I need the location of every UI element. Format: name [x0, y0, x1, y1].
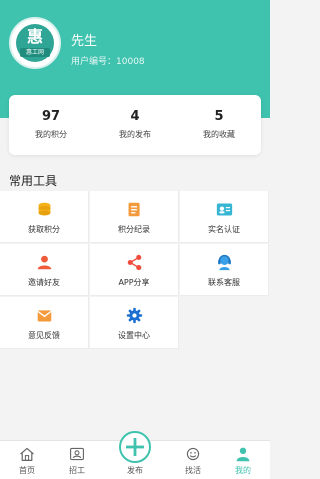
- tool-label: 实名认证: [208, 225, 240, 234]
- coins-icon: [38, 202, 51, 216]
- tool-label: 获取积分: [28, 225, 60, 234]
- stat-favorites[interactable]: 5 我的收藏: [177, 95, 261, 155]
- tab-label: 我的: [235, 466, 251, 475]
- publish-button[interactable]: [119, 431, 151, 463]
- tool-customer-service[interactable]: 联系客服: [180, 244, 269, 296]
- stat-value: 5: [214, 109, 224, 124]
- user-id: 用户编号：10008: [71, 54, 145, 67]
- tool-label: APP分享: [118, 278, 150, 287]
- tool-real-name[interactable]: 实名认证: [180, 191, 269, 243]
- stat-posts[interactable]: 4 我的发布: [93, 95, 177, 155]
- feedback-mail-icon: [37, 310, 52, 322]
- logo: 惠 惠工网: [16, 24, 54, 62]
- tool-label: 邀请好友: [28, 278, 60, 287]
- stat-label: 我的积分: [35, 130, 67, 139]
- user-id-value: 10008: [116, 57, 145, 67]
- plus-icon: [126, 438, 144, 456]
- stats-card: 97 我的积分 4 我的发布 5 我的收藏: [9, 95, 261, 155]
- tool-invite-friends[interactable]: 邀请好友: [0, 244, 89, 296]
- record-icon: [128, 202, 140, 217]
- find-job-icon: [186, 447, 200, 461]
- tab-find-job[interactable]: 找活: [166, 441, 220, 479]
- customer-service-icon: [218, 254, 231, 271]
- stat-points[interactable]: 97 我的积分: [9, 95, 93, 155]
- stat-value: 4: [130, 109, 140, 124]
- tool-feedback[interactable]: 意见反馈: [0, 297, 89, 349]
- tab-label: 找活: [185, 466, 201, 475]
- home-icon: [20, 447, 34, 461]
- tab-label: 招工: [69, 466, 85, 475]
- recruit-icon: [70, 447, 84, 461]
- tool-label: 设置中心: [118, 331, 150, 340]
- profile-icon: [236, 447, 250, 462]
- tab-home[interactable]: 首页: [0, 441, 54, 479]
- logo-char: 惠: [26, 27, 43, 46]
- tool-get-points[interactable]: 获取积分: [0, 191, 89, 243]
- user-id-label: 用户编号：: [71, 57, 117, 67]
- avatar[interactable]: 惠 惠工网: [9, 17, 61, 69]
- tab-publish[interactable]: 发布: [108, 431, 162, 479]
- tab-profile[interactable]: 我的: [216, 441, 270, 479]
- tool-label: 联系客服: [208, 278, 240, 287]
- share-icon: [127, 254, 142, 271]
- tool-label: 意见反馈: [28, 331, 60, 340]
- logo-tag: 惠工网: [20, 48, 50, 57]
- invite-user-icon: [37, 255, 52, 270]
- tool-app-share[interactable]: APP分享: [90, 244, 179, 296]
- stat-label: 我的收藏: [203, 130, 235, 139]
- tool-points-record[interactable]: 积分纪录: [90, 191, 179, 243]
- tool-label: 积分纪录: [118, 225, 150, 234]
- tab-label: 发布: [127, 466, 143, 475]
- settings-gear-icon: [126, 307, 143, 324]
- stat-label: 我的发布: [119, 130, 151, 139]
- section-title: 常用工具: [9, 174, 58, 188]
- tool-settings[interactable]: 设置中心: [90, 297, 179, 349]
- id-card-icon: [216, 203, 233, 216]
- user-name: 先生: [71, 34, 98, 49]
- tab-recruit[interactable]: 招工: [50, 441, 104, 479]
- tab-label: 首页: [19, 466, 35, 475]
- bottom-tab-bar: 首页 招工 发布 找活 我的: [0, 431, 270, 479]
- stat-value: 97: [41, 109, 61, 124]
